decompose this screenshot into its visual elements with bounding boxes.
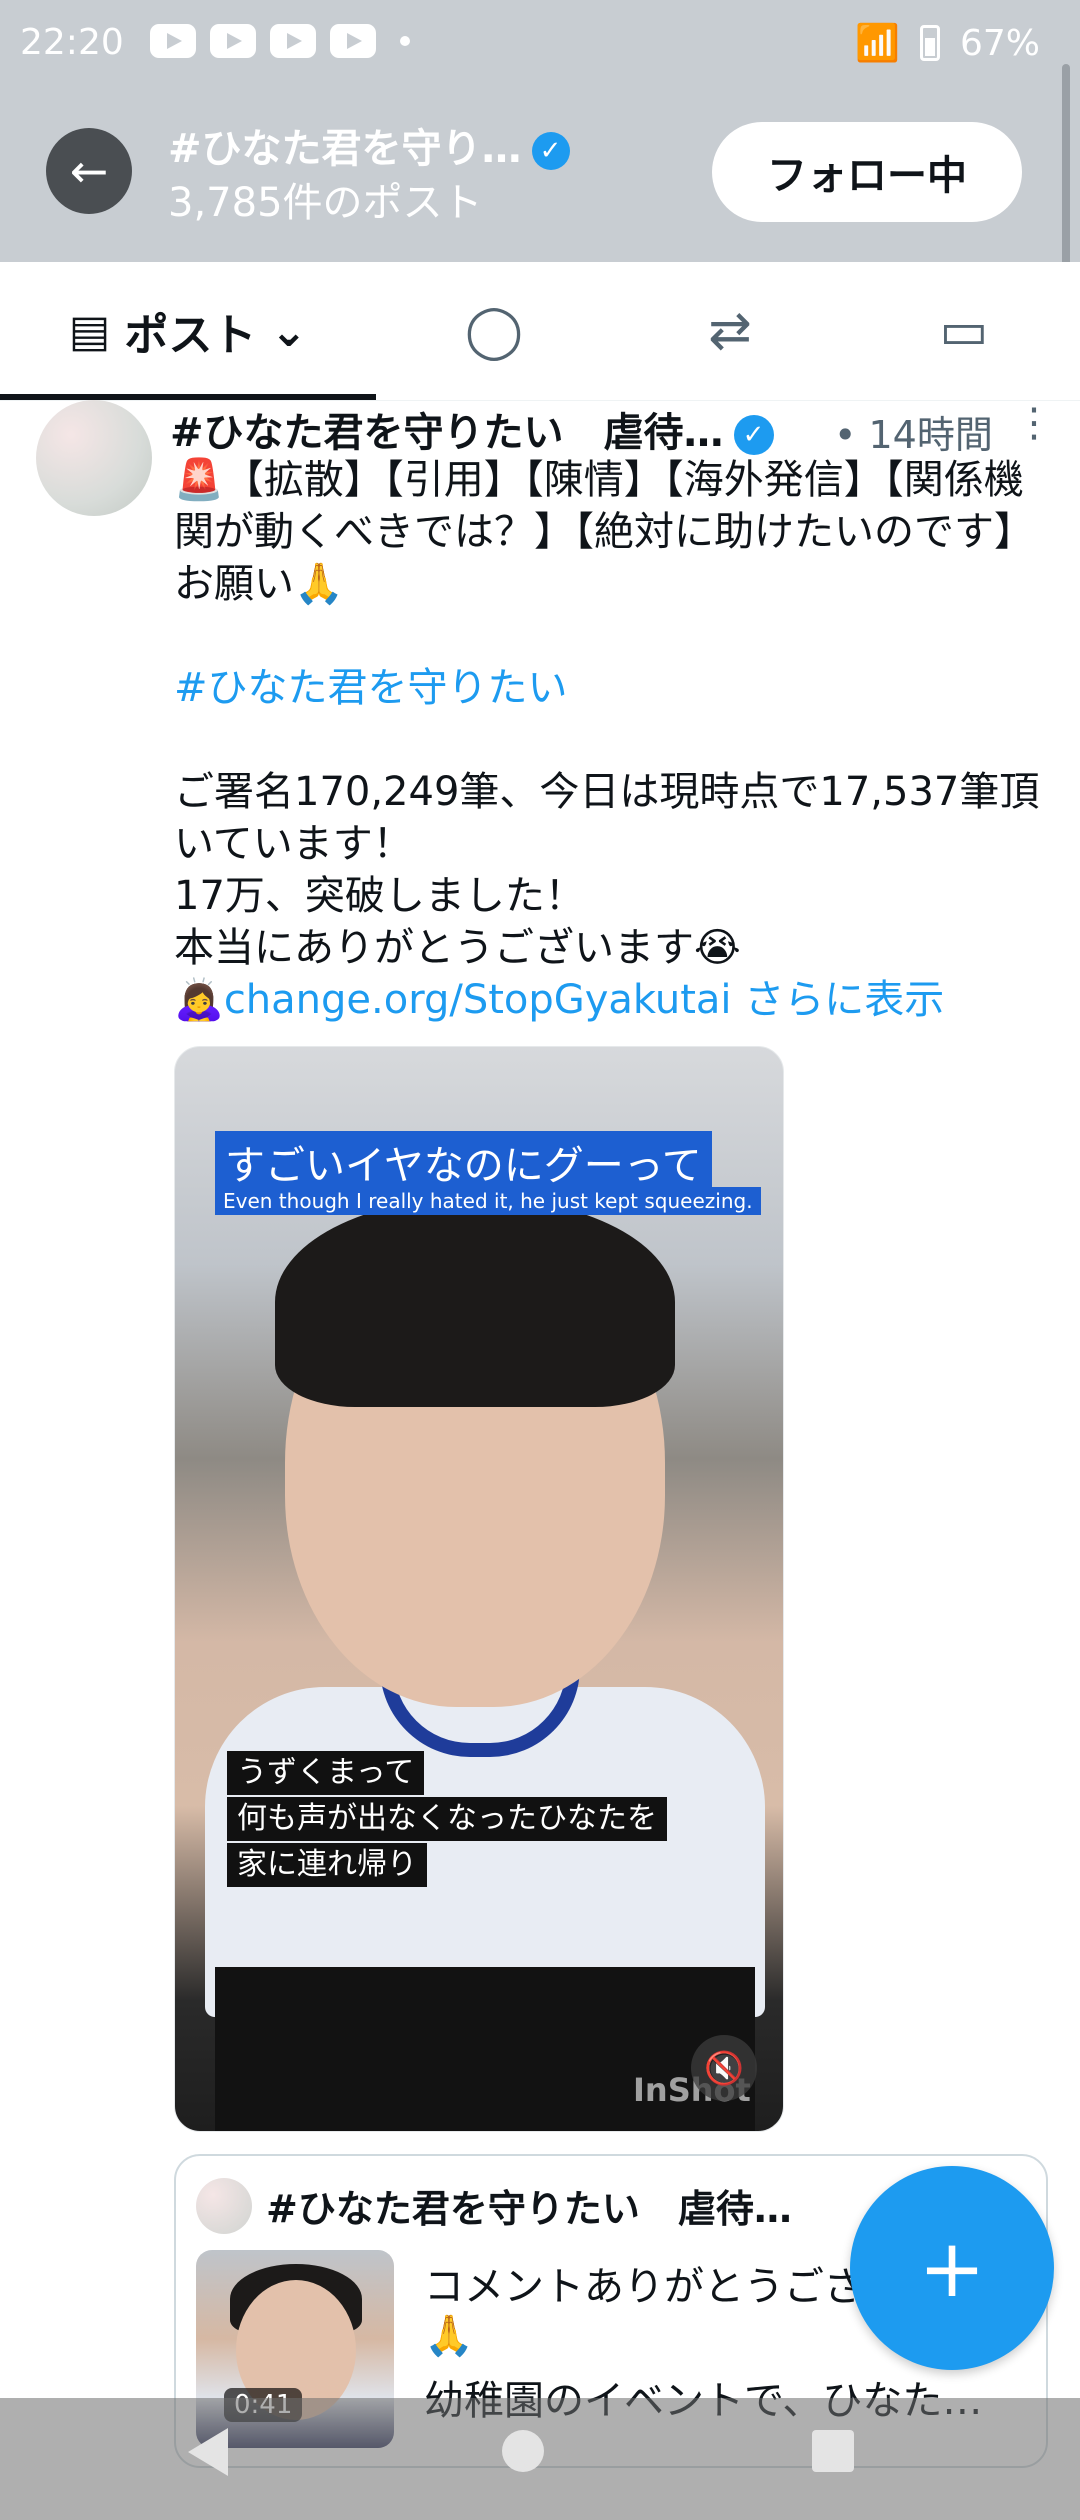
- tab-posts[interactable]: ▤ ポスト ⌄: [0, 262, 376, 400]
- speech-bubble-icon: ◯: [464, 301, 524, 361]
- post-count: 3,785件のポスト: [168, 180, 483, 226]
- tab-media[interactable]: ▭: [848, 262, 1080, 400]
- compose-button[interactable]: +: [850, 2166, 1054, 2370]
- external-link[interactable]: change.org/StopGyakutai: [224, 977, 732, 1023]
- profile-name: #ひなた君を守り…: [168, 126, 522, 172]
- posts-tab-label: ポスト: [124, 310, 257, 361]
- video-icon: ▭: [939, 301, 989, 361]
- status-time: 22:20: [20, 22, 124, 63]
- video-caption-top: すごいイヤなのにグーって: [215, 1131, 712, 1193]
- video-frame-hair: [275, 1197, 675, 1407]
- mute-button[interactable]: 🔇: [691, 2035, 757, 2101]
- youtube-notification-icon: [330, 24, 376, 58]
- more-notifications-icon: [400, 36, 410, 46]
- youtube-notification-icon: [210, 24, 256, 58]
- battery-level: 67%: [959, 22, 1040, 64]
- post-line: 🚨【拡散】【引用】【陳情】【海外発信】【関係機関が動くべきでは？】【絶対に助けた…: [174, 457, 1034, 607]
- following-button[interactable]: フォロー中: [712, 122, 1022, 222]
- avatar: [196, 2178, 252, 2234]
- plus-icon: +: [918, 2221, 986, 2315]
- chevron-down-icon: ⌄: [270, 305, 308, 357]
- quoted-text-line: コメントありがとうござ: [424, 2264, 864, 2310]
- video-caption-bottom: うずくまって 何も声が出なくなったひなたを 家に連れ帰り: [227, 1751, 667, 1889]
- posts-tab-icon: ▤: [68, 305, 111, 357]
- show-more-link[interactable]: さらに表示: [744, 977, 944, 1023]
- verified-badge-icon: ✓: [733, 415, 774, 455]
- caption-line: 何も声が出なくなったひなたを: [227, 1797, 667, 1841]
- tab-replies[interactable]: ◯: [376, 262, 612, 400]
- verified-badge-icon: ✓: [531, 132, 570, 170]
- youtube-notification-icon: [270, 24, 316, 58]
- top-overlay: 22:20 📶 67% ← #ひなた君を守り… ✓ 3,785件のポスト フォロー…: [0, 0, 1080, 374]
- profile-tabs: ▤ ポスト ⌄ ◯ ⇄ ▭: [0, 262, 1080, 401]
- nav-recents-icon[interactable]: [812, 2430, 854, 2472]
- system-nav-bar: [0, 2398, 1080, 2520]
- nav-back-icon[interactable]: [188, 2428, 228, 2476]
- author-name: #ひなた君を守りたい 虐待…: [170, 410, 724, 456]
- repost-icon: ⇄: [708, 301, 752, 361]
- hashtag-link[interactable]: #ひなた君を守りたい: [174, 665, 568, 711]
- caption-line: うずくまって: [227, 1751, 425, 1795]
- profile-title: #ひなた君を守り… ✓: [168, 116, 570, 174]
- more-options-icon[interactable]: ⋮: [1014, 400, 1054, 446]
- youtube-notification-icon: [150, 24, 196, 58]
- post-video[interactable]: すごいイヤなのにグーって Even though I really hated …: [174, 1046, 784, 2132]
- post-line: ご署名170,249筆、今日は現時点で17,537筆頂いています！ 17万、突破…: [174, 769, 1040, 971]
- post-text: 🚨【拡散】【引用】【陳情】【海外発信】【関係機関が動くべきでは？】【絶対に助けた…: [174, 454, 1054, 1026]
- post-author[interactable]: #ひなた君を守りたい 虐待… ✓: [170, 400, 774, 458]
- pray-emoji: 🙏: [424, 2313, 474, 2359]
- post-timestamp: • 14時間: [834, 413, 993, 457]
- wifi-icon: 📶: [855, 23, 900, 64]
- arrow-left-icon: ←: [69, 144, 109, 198]
- avatar[interactable]: [36, 400, 152, 516]
- nav-home-icon[interactable]: [502, 2430, 544, 2472]
- tab-reposts[interactable]: ⇄: [612, 262, 848, 400]
- speaker-muted-icon: 🔇: [704, 2049, 744, 2087]
- status-bar: 22:20 📶 67%: [0, 0, 1080, 88]
- status-right: 📶 67%: [855, 22, 1040, 65]
- bow-emoji: 🙇‍♀️: [174, 977, 224, 1023]
- battery-icon: [919, 25, 940, 61]
- caption-line: 家に連れ帰り: [227, 1843, 427, 1887]
- back-button[interactable]: ←: [46, 128, 132, 214]
- quoted-author: #ひなた君を守りたい 虐待…: [266, 2187, 792, 2231]
- video-caption-english: Even though I really hated it, he just k…: [215, 1187, 761, 1215]
- notification-icons: [150, 24, 410, 58]
